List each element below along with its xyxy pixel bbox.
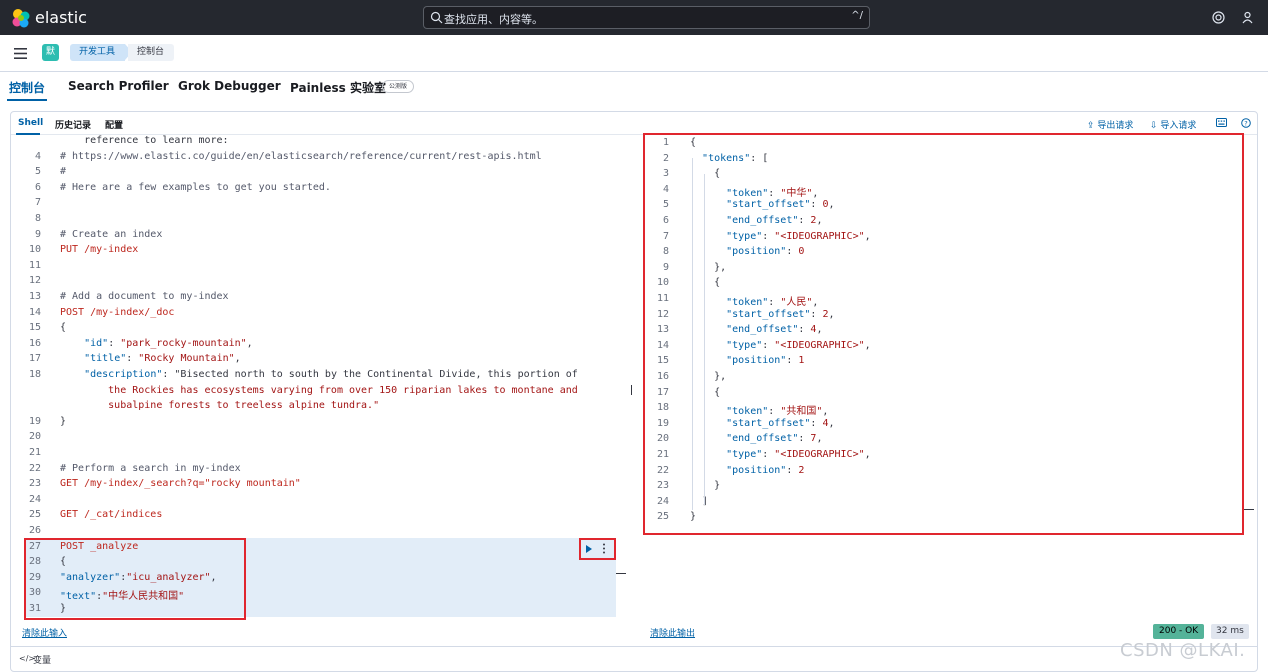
request-line-number: 26 <box>28 525 41 536</box>
annotation-box-request <box>24 538 246 620</box>
request-code-line: # <box>60 166 67 178</box>
export-label: 导出请求 <box>1097 121 1134 131</box>
pane-resize-handle[interactable] <box>631 385 632 395</box>
breadcrumb-bar: 默 开发工具 控制台 <box>0 35 1268 72</box>
keyboard-shortcuts-icon[interactable] <box>1216 118 1227 127</box>
request-code-line: # https://www.elastic.co/guide/en/elasti… <box>60 150 542 162</box>
request-line-number: 9 <box>34 228 41 240</box>
tab-painless-lab[interactable]: Painless 实验室 <box>290 79 386 96</box>
annotation-box-response <box>643 133 1244 535</box>
variables-footer[interactable]: </> 变量 <box>10 646 1258 670</box>
request-line-number: 5 <box>34 166 41 178</box>
request-code-line: # Add a document to my-index <box>60 291 229 302</box>
request-line-number: 16 <box>28 337 41 349</box>
request-line-number: 17 <box>28 353 41 365</box>
response-time-badge: 32 ms <box>1211 624 1249 639</box>
request-code-line: the Rockies has ecosystems varying from … <box>60 384 578 396</box>
request-code-line: PUT /my-index <box>60 244 139 256</box>
console-subnav: Shell 历史记录 配置 ⇪ 导出请求 ⇩ 导入请求 ? <box>11 112 1257 135</box>
import-label: 导入请求 <box>1160 121 1197 131</box>
request-code-line: POST /my-index/_doc <box>60 306 175 318</box>
elastic-logo-icon[interactable] <box>10 8 32 28</box>
request-line-number: 22 <box>28 462 41 474</box>
request-line-number: 6 <box>34 181 41 193</box>
request-code-line: "id": "park_rocky-mountain", <box>84 337 253 349</box>
request-line-number: 18 <box>28 369 41 380</box>
request-code-line: # Create an index <box>60 228 163 240</box>
request-code-line: subalpine forests to treeless alpine tun… <box>60 400 380 412</box>
export-requests-button[interactable]: ⇪ 导出请求 <box>1087 118 1133 131</box>
request-code-line: "title": "Rocky Mountain", <box>84 353 241 365</box>
request-code-line: "description": "Bisected north to south … <box>84 369 578 380</box>
subtab-shell[interactable]: Shell <box>18 118 43 128</box>
top-header: elastic 查找应用、内容等。 ^/ <box>0 0 1268 35</box>
request-line-number: 7 <box>34 197 41 209</box>
breadcrumb-console: 控制台 <box>128 44 175 61</box>
more-actions-icon[interactable] <box>602 543 606 554</box>
request-code-line: reference to learn more: <box>60 135 229 146</box>
request-code-line: GET /_cat/indices <box>60 509 163 521</box>
request-line-number: 23 <box>28 478 41 490</box>
brand-name[interactable]: elastic <box>35 8 87 27</box>
search-placeholder: 查找应用、内容等。 <box>444 13 543 26</box>
dev-tools-tabs: 控制台 Search Profiler Grok Debugger Painle… <box>0 72 1268 102</box>
hamburger-menu-icon[interactable] <box>14 48 27 59</box>
request-line-number: 20 <box>28 431 41 443</box>
request-line-number: 19 <box>28 415 41 427</box>
subtab-config[interactable]: 配置 <box>105 118 123 131</box>
clear-output-link[interactable]: 清除此输出 <box>650 626 695 639</box>
export-icon: ⇪ <box>1087 121 1098 131</box>
active-tab-indicator <box>7 99 47 101</box>
space-avatar[interactable]: 默 <box>42 44 59 61</box>
send-request-play-icon[interactable] <box>586 545 592 553</box>
request-code-line: { <box>60 322 67 334</box>
subtab-history[interactable]: 历史记录 <box>55 118 91 131</box>
tab-grok-debugger[interactable]: Grok Debugger <box>178 79 281 93</box>
request-line-number: 24 <box>28 493 41 505</box>
watermark: CSDN @LKAI. <box>1120 640 1246 661</box>
annotation-box-actions <box>579 538 616 560</box>
request-line-number: 14 <box>28 306 41 318</box>
editor-resize-marker <box>616 573 626 574</box>
search-icon <box>430 11 443 24</box>
search-shortcut: ^/ <box>851 10 863 21</box>
status-badge: 200 - OK <box>1153 624 1205 639</box>
request-code-line: GET /my-index/_search?q="rocky mountain" <box>60 478 301 490</box>
request-code-line: } <box>60 415 67 427</box>
help-menu-icon[interactable] <box>1212 11 1225 24</box>
request-line-number: 15 <box>28 322 41 334</box>
clear-input-link[interactable]: 清除此输入 <box>22 626 67 639</box>
request-line-number: 11 <box>28 259 41 271</box>
breadcrumb-dev-tools[interactable]: 开发工具 <box>70 44 126 61</box>
request-line-number: 21 <box>28 447 41 458</box>
tab-search-profiler[interactable]: Search Profiler <box>68 79 169 93</box>
svg-text:?: ? <box>1244 120 1247 128</box>
request-line-number: 10 <box>28 244 41 256</box>
global-search-input[interactable]: 查找应用、内容等。 ^/ <box>423 6 870 29</box>
request-code-line: # Perform a search in my-index <box>60 462 241 474</box>
help-icon[interactable]: ? <box>1241 118 1251 128</box>
active-subtab-indicator <box>16 133 40 135</box>
user-menu-icon[interactable] <box>1241 11 1254 24</box>
tab-console[interactable]: 控制台 <box>9 79 45 96</box>
request-line-number: 25 <box>28 509 41 521</box>
import-requests-button[interactable]: ⇩ 导入请求 <box>1150 118 1196 131</box>
request-line-number: 4 <box>34 150 41 162</box>
request-line-number: 8 <box>34 213 41 224</box>
request-line-number: 12 <box>28 275 41 287</box>
variables-label: 变量 <box>33 656 52 666</box>
request-line-number: 13 <box>28 291 41 302</box>
beta-badge: 公测版 <box>382 80 415 93</box>
response-resize-marker <box>1244 509 1254 510</box>
import-icon: ⇩ <box>1150 121 1161 131</box>
request-code-line: # Here are a few examples to get you sta… <box>60 181 331 193</box>
